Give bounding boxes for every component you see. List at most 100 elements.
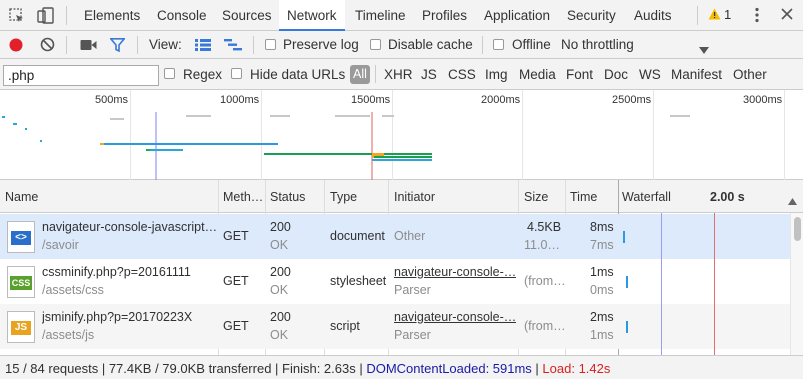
large-rows-icon[interactable] <box>195 39 211 54</box>
tab-sources[interactable]: Sources <box>222 0 272 31</box>
overview-bar <box>100 143 278 145</box>
filter-xhr[interactable]: XHR <box>384 67 413 82</box>
more-options-icon[interactable] <box>755 7 759 26</box>
request-time: 8ms <box>590 220 614 234</box>
tab-network[interactable]: Network <box>279 0 345 31</box>
close-devtools-icon[interactable] <box>781 8 793 23</box>
column-method[interactable]: Meth… <box>223 190 263 204</box>
tab-console[interactable]: Console <box>157 0 207 31</box>
column-size[interactable]: Size <box>524 190 548 204</box>
regex-checkbox[interactable] <box>164 68 175 79</box>
overview-bar <box>374 156 432 158</box>
status-bar: 15 / 84 requests | 77.4KB / 79.0KB trans… <box>0 355 803 379</box>
throttling-select[interactable]: No throttling <box>561 37 634 52</box>
overview-bar <box>372 159 432 161</box>
network-overview[interactable]: 500ms 1000ms 1500ms 2000ms 2500ms 3000ms <box>0 90 803 180</box>
request-method: GET <box>223 229 249 243</box>
request-latency: 0ms <box>590 283 614 297</box>
filter-img[interactable]: Img <box>485 67 508 82</box>
filter-media[interactable]: Media <box>519 67 556 82</box>
tab-security[interactable]: Security <box>567 0 616 31</box>
view-label: View: <box>149 37 182 52</box>
request-name[interactable]: navigateur-console-javascript… <box>42 220 216 234</box>
disable-cache-checkbox[interactable] <box>370 39 381 50</box>
devtools-tab-bar: Elements Console Sources Network Timelin… <box>0 0 803 31</box>
css-file-icon: CSS <box>7 266 35 298</box>
capture-screenshots-icon[interactable] <box>80 39 97 54</box>
request-status-text: OK <box>270 328 289 342</box>
filter-font[interactable]: Font <box>566 67 593 82</box>
request-path: /assets/js <box>42 328 95 342</box>
filter-input[interactable]: .php <box>3 65 159 86</box>
preserve-log-checkbox[interactable] <box>265 39 276 50</box>
dropdown-arrow-icon[interactable] <box>699 42 709 57</box>
tab-application[interactable]: Application <box>484 0 550 31</box>
overview-bar <box>335 115 370 117</box>
column-initiator[interactable]: Initiator <box>394 190 435 204</box>
request-size-sub: 11.0… <box>524 238 560 252</box>
waterfall-bar <box>623 231 625 243</box>
filter-manifest[interactable]: Manifest <box>671 67 722 82</box>
request-time: 2ms <box>590 310 614 324</box>
request-initiator-link[interactable]: navigateur-console-… <box>394 310 516 324</box>
status-separator: | <box>531 361 543 376</box>
requests-table-header: Name Meth… Status Type Initiator Size Ti… <box>0 180 803 213</box>
table-row[interactable]: CSS cssminify.php?p=20161111 /assets/css… <box>0 259 790 304</box>
tab-elements[interactable]: Elements <box>84 0 140 31</box>
column-time[interactable]: Time <box>570 190 597 204</box>
overview-bar <box>270 115 290 117</box>
network-toolbar: View: Preserve log Disable cache Offline… <box>0 31 803 59</box>
column-waterfall[interactable]: Waterfall <box>622 190 671 204</box>
waterfall-load-line <box>714 213 715 355</box>
warning-icon[interactable] <box>708 8 721 23</box>
dom-content-loaded: DOMContentLoaded: 591ms <box>366 361 532 376</box>
table-row[interactable]: JS jsminify.php?p=20170223X /assets/js G… <box>0 304 790 349</box>
tab-profiles[interactable]: Profiles <box>422 0 467 31</box>
overview-bar <box>382 115 394 117</box>
filter-doc[interactable]: Doc <box>604 67 628 82</box>
overview-bar <box>25 128 27 130</box>
request-initiator-link[interactable]: navigateur-console-… <box>394 265 516 279</box>
waterfall-dcl-line <box>661 213 662 355</box>
filter-icon[interactable] <box>109 38 126 55</box>
waterfall-bar <box>626 276 628 288</box>
column-status[interactable]: Status <box>270 190 305 204</box>
request-time: 1ms <box>590 265 614 279</box>
offline-checkbox[interactable] <box>493 39 504 50</box>
request-name[interactable]: cssminify.php?p=20161111 <box>42 265 216 279</box>
table-scrollbar[interactable] <box>790 213 803 355</box>
sort-arrow-icon[interactable] <box>788 193 797 208</box>
hide-data-urls-checkbox[interactable] <box>231 68 242 79</box>
overview-bar <box>264 153 432 155</box>
overview-bar <box>146 149 150 151</box>
scrollbar-thumb[interactable] <box>794 217 801 241</box>
regex-label: Regex <box>183 67 223 82</box>
device-toolbar-icon[interactable] <box>37 7 55 27</box>
filter-input-value: .php <box>8 68 35 83</box>
clear-icon[interactable] <box>40 37 55 55</box>
column-name[interactable]: Name <box>5 190 38 204</box>
request-initiator: Other <box>394 229 426 243</box>
request-status-text: OK <box>270 238 289 252</box>
disable-cache-label: Disable cache <box>388 37 473 52</box>
column-type[interactable]: Type <box>330 190 357 204</box>
table-row[interactable]: <> navigateur-console-javascript… /savoi… <box>0 214 790 259</box>
record-button[interactable] <box>9 38 23 55</box>
inspect-element-icon[interactable] <box>9 8 25 27</box>
overview-bar <box>100 143 104 145</box>
request-name[interactable]: jsminify.php?p=20170223X <box>42 310 216 324</box>
file-icon-badge: CSS <box>10 276 32 290</box>
offline-label: Offline <box>512 37 551 52</box>
filter-all-button-bg[interactable]: All <box>350 65 370 84</box>
filter-other[interactable]: Other <box>733 67 767 82</box>
tab-audits[interactable]: Audits <box>634 0 672 31</box>
request-status: 200 <box>270 310 291 324</box>
filter-js[interactable]: JS <box>421 67 437 82</box>
hide-data-urls-label: Hide data URLs <box>250 67 346 82</box>
request-latency: 7ms <box>590 238 614 252</box>
overview-icon[interactable] <box>224 39 242 54</box>
tab-timeline[interactable]: Timeline <box>355 0 406 31</box>
filter-css[interactable]: CSS <box>448 67 476 82</box>
filter-ws[interactable]: WS <box>639 67 661 82</box>
request-status-text: OK <box>270 283 289 297</box>
